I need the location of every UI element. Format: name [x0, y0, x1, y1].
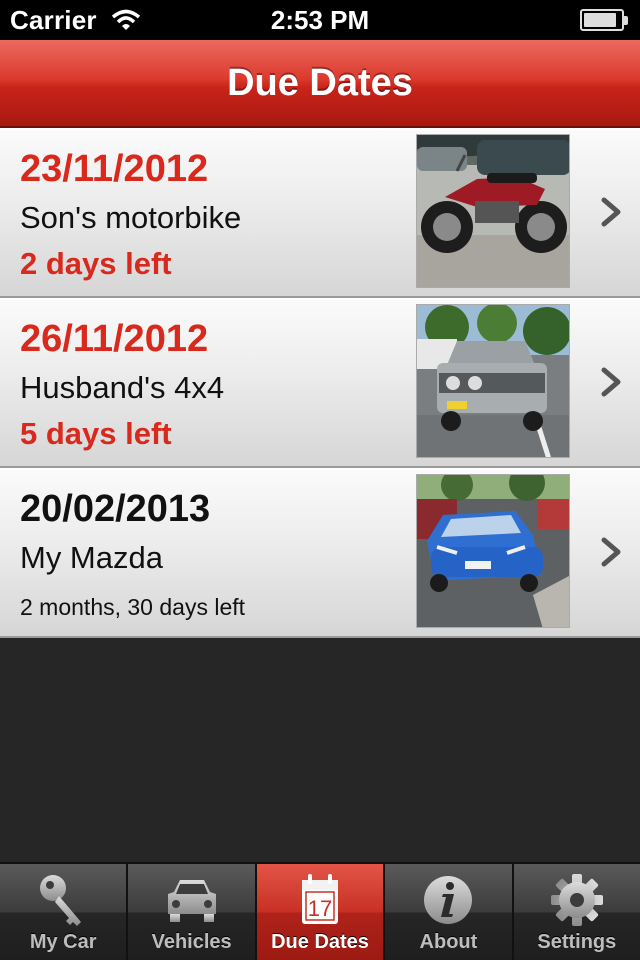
chevron-right-icon[interactable] — [596, 194, 626, 230]
wifi-icon — [111, 9, 140, 30]
tab-my-car[interactable]: My Car — [0, 864, 129, 960]
tab-label: About — [419, 931, 478, 953]
tab-settings[interactable]: Settings — [514, 864, 640, 960]
calendar-icon: 17 — [302, 874, 339, 924]
due-date-row-4x4[interactable]: 26/11/2012 Husband's 4x4 5 days left — [0, 298, 640, 468]
vehicle-name: Son's motorbike — [20, 200, 242, 235]
mazda-photo — [416, 474, 570, 628]
vehicle-name: Husband's 4x4 — [20, 370, 225, 405]
page-title: Due Dates — [227, 61, 413, 104]
motorbike-photo — [416, 134, 570, 288]
chevron-right-icon[interactable] — [596, 534, 626, 570]
chevron-right-icon[interactable] — [596, 364, 626, 400]
due-date-row-motorbike[interactable]: 23/11/2012 Son's motorbike 2 days left — [0, 128, 640, 298]
gear-icon — [550, 874, 603, 926]
time-remaining: 2 months, 30 days left — [20, 594, 246, 620]
info-icon — [424, 876, 473, 924]
due-date-label: 20/02/2013 — [20, 488, 211, 530]
status-bar: Carrier 2:53 PM — [0, 0, 640, 40]
carrier-label: Carrier — [10, 4, 97, 35]
tab-due-dates[interactable]: 17 Due Dates — [256, 864, 386, 960]
tab-label: Vehicles — [151, 931, 232, 953]
time-remaining: 2 days left — [20, 246, 172, 281]
tab-label: My Car — [29, 931, 97, 953]
time-remaining: 5 days left — [20, 416, 172, 451]
calendar-day: 17 — [308, 896, 332, 921]
vehicle-name: My Mazda — [20, 540, 163, 575]
due-dates-list: 23/11/2012 Son's motorbike 2 days left 2… — [0, 128, 640, 638]
tab-label: Settings — [537, 931, 617, 953]
due-date-label: 23/11/2012 — [20, 148, 209, 190]
car-icon — [167, 880, 216, 922]
tab-vehicles[interactable]: Vehicles — [128, 864, 257, 960]
tab-label: Due Dates — [271, 931, 369, 953]
tab-about[interactable]: About — [385, 864, 514, 960]
due-date-label: 26/11/2012 — [20, 318, 209, 360]
battery-icon — [580, 9, 628, 31]
key-icon — [40, 875, 82, 926]
tab-bar: My Car Vehicles 17 Due Dates About Setti… — [0, 862, 640, 960]
status-left: Carrier — [10, 5, 141, 36]
due-date-row-mazda[interactable]: 20/02/2013 My Mazda 2 months, 30 days le… — [0, 468, 640, 638]
4x4-photo — [416, 304, 570, 458]
nav-bar: Due Dates — [0, 40, 640, 128]
battery-level — [584, 13, 617, 27]
